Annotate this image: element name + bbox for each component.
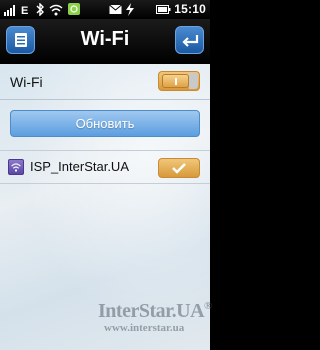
charging-icon <box>126 3 134 16</box>
wifi-signal-icon <box>49 4 63 16</box>
signal-icon <box>4 5 15 16</box>
refresh-button[interactable]: Обновить <box>10 110 200 137</box>
status-time: 15:10 <box>174 2 206 16</box>
status-bar: E 15:10 <box>0 0 210 19</box>
bluetooth-icon <box>36 3 44 16</box>
watermark: InterStar.UA® www.interstar.ua <box>98 300 212 346</box>
wifi-label: Wi-Fi <box>10 74 43 90</box>
network-connect-toggle[interactable] <box>158 158 200 178</box>
watermark-url: www.interstar.ua <box>104 322 185 334</box>
back-arrow-icon <box>181 35 198 47</box>
checkmark-icon <box>172 163 186 174</box>
e-data-icon: E <box>21 5 28 16</box>
wifi-setting-row[interactable]: Wi-Fi <box>0 64 210 100</box>
message-icon <box>109 4 122 14</box>
gps-icon <box>68 3 80 15</box>
battery-icon <box>156 5 171 14</box>
network-name: ISP_InterStar.UA <box>30 159 129 174</box>
back-button[interactable] <box>175 26 204 54</box>
wifi-toggle[interactable] <box>158 71 200 91</box>
toggle-knob <box>162 74 189 88</box>
title-bar: Wi-Fi <box>0 19 210 64</box>
watermark-brand: InterStar.UA® <box>98 300 212 322</box>
toggle-track-off <box>189 73 198 89</box>
svg-text:E: E <box>21 5 28 16</box>
wifi-network-icon <box>8 159 24 175</box>
network-list-item[interactable]: ISP_InterStar.UA <box>0 150 210 184</box>
